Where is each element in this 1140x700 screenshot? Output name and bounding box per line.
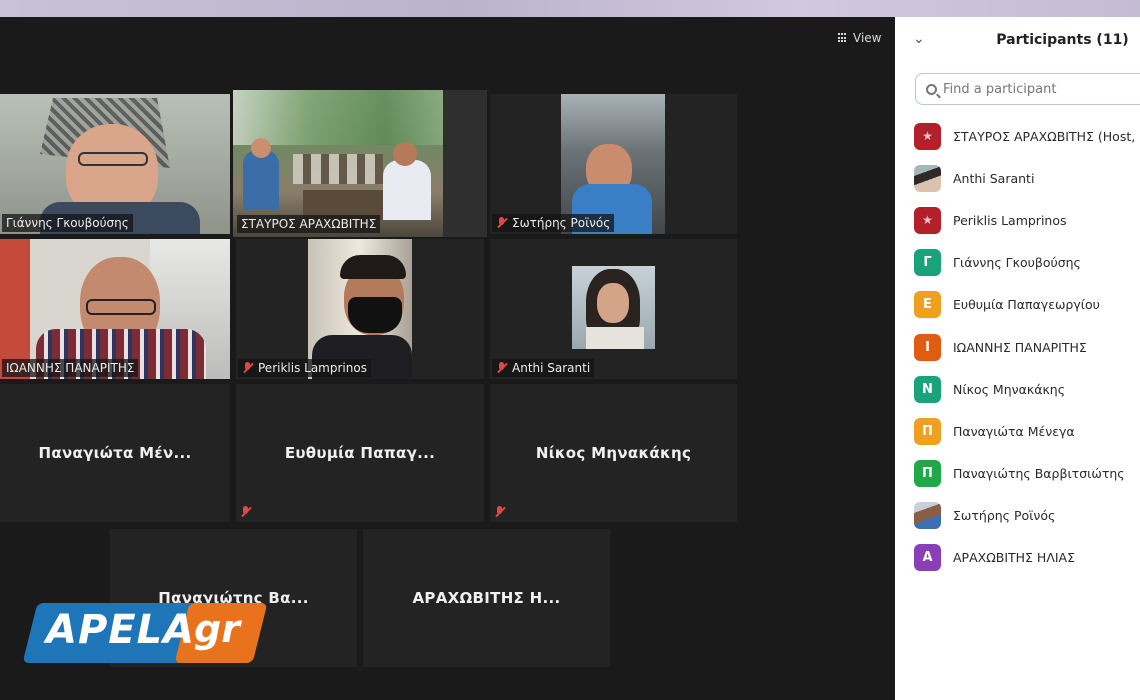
participant-list-item[interactable]: Π Παναγιώτα Μένεγα <box>895 410 1140 452</box>
participant-list-item[interactable]: Ε Ευθυμία Παπαγεωργίου <box>895 284 1140 326</box>
video-tile[interactable]: Σωτήρης Ροϊνός <box>490 94 737 234</box>
video-tile-active-speaker[interactable]: ΣΤΑΥΡΟΣ ΑΡΑΧΩΒΙΤΗΣ <box>233 90 487 237</box>
muted-mic-icon <box>496 217 508 229</box>
logo-text-gr: gr <box>194 607 240 651</box>
participant-name-center: Ευθυμία Παπαγ... <box>284 444 436 462</box>
apela-watermark-logo: APELA gr <box>22 601 268 665</box>
search-icon <box>926 83 937 95</box>
participant-name-label: Σωτήρης Ροϊνός <box>492 214 615 232</box>
video-gallery: View Γιάννης Γκουβούσης ΣΤΑΥΡΟΣ ΑΡΑΧΩΒΙΤ… <box>0 17 895 700</box>
muted-mic-icon <box>240 506 252 518</box>
initial-avatar: Ε <box>914 291 941 319</box>
participant-list-item[interactable]: Γ Γιάννης Γκουβούσης <box>895 242 1140 284</box>
video-tile-no-video[interactable]: Ευθυμία Παπαγ... <box>236 384 484 522</box>
view-button[interactable]: View <box>832 27 887 49</box>
window-top-strip <box>0 0 1140 17</box>
participant-video <box>490 94 737 234</box>
participant-video <box>236 239 484 379</box>
search-placeholder: Find a participant <box>943 81 1057 97</box>
participant-list-item[interactable]: Periklis Lamprinos <box>895 199 1140 241</box>
participant-name-label: ΙΩΑΝΝΗΣ ΠΑΝΑΡΙΤΗΣ <box>2 359 139 377</box>
muted-mic-icon <box>496 362 508 374</box>
initial-avatar: Π <box>914 417 941 445</box>
photo-avatar <box>914 502 941 530</box>
participant-list-item[interactable]: Ν Νίκος Μηνακάκης <box>895 368 1140 410</box>
participant-list-item[interactable]: Ι ΙΩΑΝΝΗΣ ΠΑΝΑΡΙΤΗΣ <box>895 326 1140 368</box>
participant-video <box>0 239 230 379</box>
video-tile-no-video[interactable]: ΑΡΑΧΩΒΙΤΗΣ Η... <box>363 529 610 667</box>
video-tile[interactable]: Anthi Saranti <box>490 239 737 379</box>
view-button-label: View <box>853 31 882 45</box>
participant-video <box>490 239 737 379</box>
video-tile[interactable]: Periklis Lamprinos <box>236 239 484 379</box>
party-logo-avatar <box>914 122 941 150</box>
participant-name-center: Παναγιώτα Μέν... <box>38 444 192 462</box>
initial-avatar: Ν <box>914 375 941 403</box>
participant-name-label: Γιάννης Γκουβούσης <box>2 214 133 232</box>
participant-list-item[interactable]: ΣΤΑΥΡΟΣ ΑΡΑΧΩΒΙΤΗΣ (Host, m <box>895 115 1140 157</box>
participants-title: Participants (11) <box>996 32 1129 48</box>
muted-mic-icon <box>242 362 254 374</box>
participants-header: ⌄ Participants (11) <box>895 17 1140 63</box>
participants-panel: ⌄ Participants (11) Find a participant Σ… <box>895 17 1140 700</box>
participant-name-center: ΑΡΑΧΩΒΙΤΗΣ Η... <box>412 589 561 607</box>
participant-list-item[interactable]: Π Παναγιώτης Βαρβιτσιώτης <box>895 453 1140 495</box>
grid-icon <box>838 33 848 43</box>
video-tile[interactable]: Γιάννης Γκουβούσης <box>0 94 230 234</box>
initial-avatar: Π <box>914 460 941 488</box>
initial-avatar: Ι <box>914 333 941 361</box>
participant-search-input[interactable]: Find a participant <box>915 73 1140 105</box>
party-logo-avatar <box>914 206 941 234</box>
logo-text-apela: APELA <box>46 607 196 653</box>
video-tile-no-video[interactable]: Παναγιώτα Μέν... <box>0 384 230 522</box>
participant-list-item[interactable]: Α ΑΡΑΧΩΒΙΤΗΣ ΗΛΙΑΣ <box>895 537 1140 579</box>
participant-name-center: Νίκος Μηνακάκης <box>535 444 692 462</box>
participant-name-label: Periklis Lamprinos <box>238 359 371 377</box>
participant-video <box>0 94 230 234</box>
participant-list: ΣΤΑΥΡΟΣ ΑΡΑΧΩΒΙΤΗΣ (Host, m Anthi Sarant… <box>895 115 1140 579</box>
muted-mic-icon <box>494 506 506 518</box>
participant-name-label: ΣΤΑΥΡΟΣ ΑΡΑΧΩΒΙΤΗΣ <box>237 215 381 233</box>
participant-list-item[interactable]: Σωτήρης Ροϊνός <box>895 495 1140 537</box>
video-tile-no-video[interactable]: Νίκος Μηνακάκης <box>490 384 737 522</box>
initial-avatar: Γ <box>914 249 941 277</box>
meeting-controls-bar <box>0 690 895 700</box>
photo-avatar <box>914 164 941 192</box>
initial-avatar: Α <box>914 544 941 572</box>
video-tile[interactable]: ΙΩΑΝΝΗΣ ΠΑΝΑΡΙΤΗΣ <box>0 239 230 379</box>
participant-name-label: Anthi Saranti <box>492 359 595 377</box>
participant-list-item[interactable]: Anthi Saranti <box>895 157 1140 199</box>
